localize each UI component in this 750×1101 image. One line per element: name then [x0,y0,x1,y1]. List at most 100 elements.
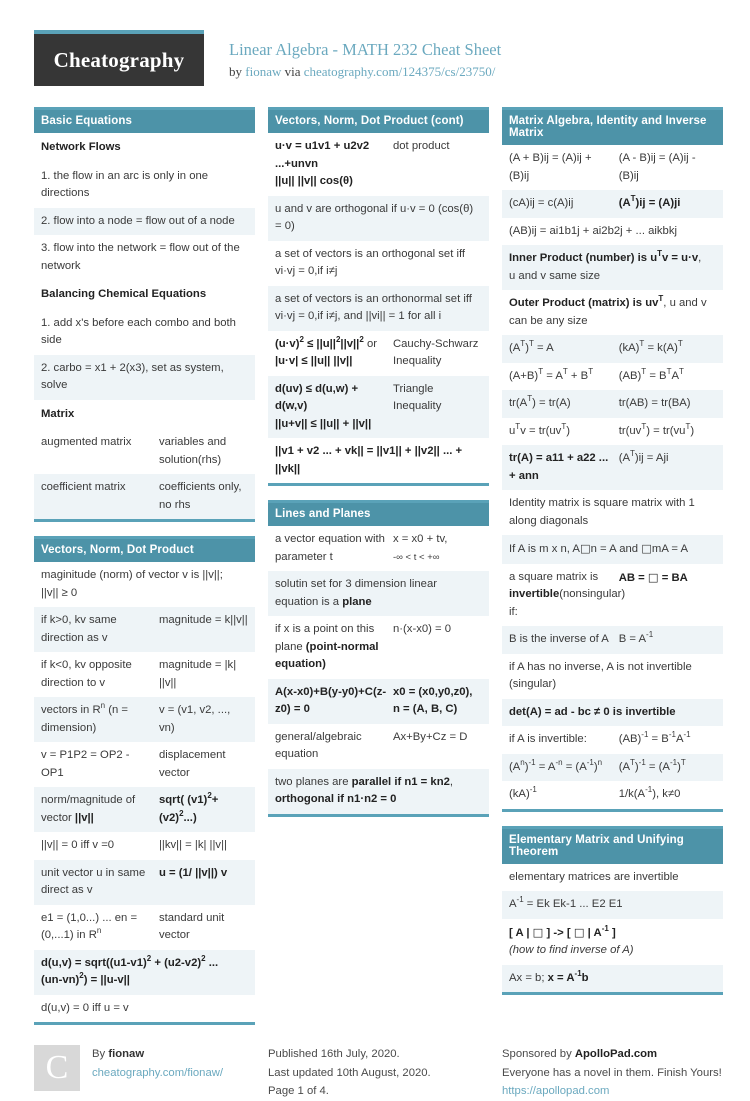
section-bottom-rule [268,813,489,817]
row-cell-primary: 1. the flow in an arc is only in one dir… [41,169,209,200]
row-cell-secondary: (AB)T = BTAT [618,366,684,382]
table-row: Outer Product (matrix) is uvT, u and v c… [502,290,723,335]
row-cell-secondary: 1/k(A-1), k≠0 [618,785,681,800]
table-row: 3. flow into the network = flow out of t… [34,235,255,280]
row-cell-primary: if k>0, kv same direction as v [41,614,117,644]
row-cell-primary: v = P1P2 = OP2 - OP1 [41,749,130,779]
row-cell-primary: d(uv) ≤ d(u,w) + d(w,v) ||u+v|| ≤ ||u|| +… [275,382,372,430]
footer-dates-col: Published 16th July, 2020. Last updated … [268,1045,489,1101]
page-header: Cheatography Linear Algebra - MATH 232 C… [34,0,716,86]
table-row: (kA)-1 1/k(A-1), k≠0 [502,781,723,809]
table-row: if x is a point on this plane (point-nor… [268,616,489,679]
row-cell-primary: Inner Product (number) is uTv = u·v, u a… [509,249,702,282]
table-row: a square matrix is invertible(nonsingula… [502,563,723,626]
row-cell-primary: Identity matrix is square matrix with 1 … [509,497,695,527]
content-columns: Basic Equations Network Flows 1. the flow … [34,107,723,1039]
section-bottom-rule [268,483,489,486]
row-cell-secondary: Ax+By+Cz = D [392,730,468,743]
page-number: Page 1 of 4. [268,1085,329,1098]
row-cell-secondary: Cauchy-Schwarz Inequality [392,337,479,368]
footer-author-name: fionaw [108,1048,145,1060]
table-row: e1 = (1,0...) ... en = (0,...1) in Rn sta… [34,904,255,950]
page-title: Linear Algebra - MATH 232 Cheat Sheet [229,40,502,59]
row-cell-primary: A-1 = Ek Ek-1 ... E2 E1 [509,895,623,910]
row-cell-primary: B is the inverse of A [509,633,609,645]
table-row: ||v|| = 0 iff v =0 ||kv|| = |k| ||v|| [34,832,255,860]
row-cell-primary: 1. add x's before each combo and both si… [41,316,236,347]
section-title[interactable]: Basic Equations [34,110,255,133]
table-row: a vector equation with parameter tx = x0… [268,526,489,571]
table-row: if A is invertible: (AB)-1 = B-1A-1 [502,726,723,754]
source-url-link[interactable]: cheatography.com/124375/cs/23750/ [304,64,496,79]
table-row: 2. flow into a node = flow out of a node [34,207,255,235]
content-column: Matrix Algebra, Identity and Inverse Mat… [502,107,723,1009]
table-row: (An)-1 = A-n = (A-1)n (AT)-1 = (A-1)T [502,753,723,781]
table-row: v = P1P2 = OP2 - OP1 displacement vector [34,742,255,787]
subsection-heading: Network Flows [34,133,255,163]
table-row: maginitude (norm) of vector v is ||v||; … [34,562,255,607]
table-row: Identity matrix is square matrix with 1 … [502,490,723,535]
subsection-heading: Matrix [34,399,255,429]
row-cell-secondary: magnitude = k||v|| [158,614,248,626]
section-title[interactable]: Matrix Algebra, Identity and Inverse Mat… [502,110,723,145]
row-cell-primary: (AT)T = A [509,339,554,354]
footer-author-link[interactable]: cheatography.com/fionaw/ [92,1067,223,1079]
row-cell-primary: if x is a point on this plane (point-nor… [275,623,379,670]
row-cell-primary: norm/magnitude of vector ||v|| [41,794,136,824]
section-title[interactable]: Elementary Matrix and Unifying Theorem [502,828,723,864]
row-cell-primary: a set of vectors is an orthogonal set if… [275,247,466,278]
table-row: u and v are orthogonal if u·v = 0 (cos(θ… [268,195,489,241]
via-label: via [281,64,304,80]
row-cell-secondary: tr(AB) = tr(BA) [618,397,691,409]
row-cell-primary: maginitude (norm) of vector v is ||v||; … [41,569,223,599]
content-column: Basic Equations Network Flows 1. the flow … [34,107,255,1039]
table-row: general/algebraic equation Ax+By+Cz = D [268,723,489,769]
section-title[interactable]: Lines and Planes [268,503,489,526]
row-cell-primary: augmented matrix [41,436,132,448]
cheatography-logo[interactable]: Cheatography [34,34,204,86]
table-row: elementary matrices are invertible [502,863,723,891]
row-cell-primary: general/algebraic equation [275,730,362,761]
table-row: [ A | □ ] -> [ □ | A-1 ] (how to find inv… [502,918,723,965]
table-row: ||v1 + v2 ... + vk|| = ||v1|| + ||v2|| .… [268,438,489,483]
row-cell-primary: (A + B)ij = (A)ij + (B)ij [509,152,592,182]
section-block: Basic Equations Network Flows 1. the flow … [34,107,255,522]
table-row: tr(AT) = tr(A) tr(AB) = tr(BA) [502,390,723,418]
table-row: B is the inverse of A B = A-1 [502,626,723,654]
avatar: C [34,1045,80,1091]
table-row: det(A) = ad - bc ≠ 0 is invertible [502,698,723,726]
row-cell-primary: tr(AT) = tr(A) [509,394,571,409]
table-row: 1. the flow in an arc is only in one dir… [34,162,255,208]
row-cell-primary: 3. flow into the network = flow out of t… [41,242,240,272]
title-block: Linear Algebra - MATH 232 Cheat Sheet by… [204,30,501,82]
section-block: Vectors, Norm, Dot Product (cont) u·v = u… [268,107,489,486]
table-row: if k<0, kv opposite direction to v magnit… [34,652,255,697]
table-row: if k>0, kv same direction as v magnitude … [34,607,255,652]
footer-author-info: By fionaw cheatography.com/fionaw/ [92,1045,223,1101]
section-title[interactable]: Vectors, Norm, Dot Product (cont) [268,110,489,133]
table-row: 1. add x's before each combo and both si… [34,309,255,355]
row-cell-primary: a square matrix is invertible(nonsingula… [509,570,626,618]
section-block: Vectors, Norm, Dot Product maginitude (no… [34,536,255,1025]
row-cell-secondary: u = (1/ ||v||) v [158,866,228,879]
row-cell-primary: 2. carbo = x1 + 2(x3), set as system, so… [41,361,224,392]
row-cell-primary: two planes are parallel if n1 = kn2, ort… [275,775,454,806]
row-cell-primary: (cA)ij = c(A)ij [509,197,574,209]
row-cell-primary: unit vector u in same direct as v [41,866,146,897]
row-cell-secondary: B = A-1 [618,630,654,645]
table-row: (AT)T = A (kA)T = k(A)T [502,335,723,363]
author-link[interactable]: fionaw [245,64,281,79]
table-row: coefficient matrix coefficients only, no … [34,474,255,519]
row-cell-secondary: sqrt( (v1)2+ (v2)2...) [158,791,219,824]
row-cell-primary: if k<0, kv opposite direction to v [41,659,132,689]
row-cell-primary: det(A) = ad - bc ≠ 0 is invertible [509,705,676,718]
table-row: (AB)ij = ai1b1j + ai2b2j + ... aikbkj [502,217,723,245]
row-cell-secondary: AB = □ = BA [618,570,688,584]
row-cell-primary: tr(A) = a11 + a22 ... + ann [509,452,609,482]
row-cell-primary: Outer Product (matrix) is uvT, u and v c… [509,294,707,327]
section-bottom-rule [502,992,723,995]
sponsor-link[interactable]: https://apollopad.com [502,1085,609,1097]
row-cell-primary: Balancing Chemical Equations [41,288,207,300]
table-row: A(x-x0)+B(y-y0)+C(z-z0) = 0 x0 = (x0,y0,z… [268,678,489,724]
section-title[interactable]: Vectors, Norm, Dot Product [34,539,255,562]
